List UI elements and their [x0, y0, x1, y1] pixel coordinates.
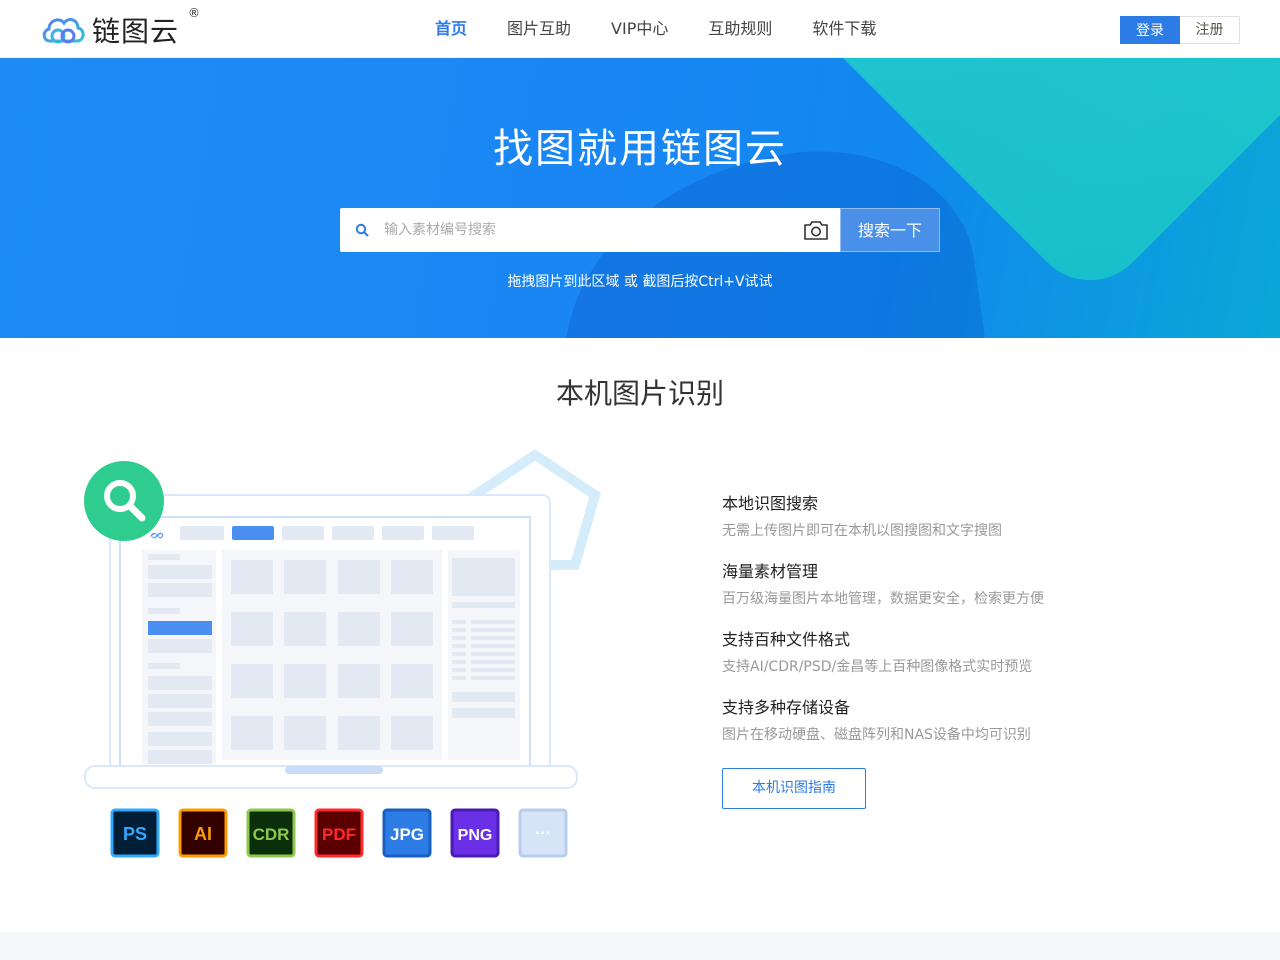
feature-title: 支持百种文件格式	[722, 630, 851, 649]
logo-text: 链图云	[92, 15, 180, 48]
feature-list: 本地识图搜索 无需上传图片即可在本机以图搜图和文字搜图 海量素材管理 百万级海量…	[722, 494, 1162, 766]
feature-title: 海量素材管理	[722, 562, 819, 581]
feature-item: 海量素材管理 百万级海量图片本地管理，数据更安全，检索更方便	[722, 562, 1162, 630]
hero-title: 找图就用链图云	[493, 126, 787, 172]
svg-text:AI: AI	[194, 824, 212, 844]
main-nav: 首页 图片互助 VIP中心 互助规则 软件下载	[415, 0, 896, 58]
more-formats-icon: ···	[518, 808, 568, 858]
feature-desc: 无需上传图片即可在本机以图搜图和文字搜图	[722, 523, 1002, 539]
svg-text:PS: PS	[123, 824, 147, 844]
selected-sidebar-row	[148, 621, 212, 635]
active-tab	[232, 526, 274, 540]
feature-item: 支持多种存储设备 图片在移动硬盘、磁盘阵列和NAS设备中均可识别	[722, 698, 1162, 766]
app-cloud-icon: ᨖ	[150, 527, 165, 543]
logo[interactable]: 链图云 ®	[40, 6, 200, 50]
local-recognition-guide-button[interactable]: 本机识图指南	[722, 768, 866, 809]
pdf-format-icon: PDF	[314, 808, 364, 858]
svg-text:PDF: PDF	[322, 825, 356, 844]
search-button[interactable]: 搜索一下	[840, 208, 940, 252]
nav-vip-center[interactable]: VIP中心	[591, 0, 688, 58]
auth-buttons: 登录 注册	[1120, 16, 1240, 44]
nav-software-download[interactable]: 软件下载	[792, 0, 896, 58]
feature-desc: 支持AI/CDR/PSD/金昌等上百种图像格式实时预览	[722, 659, 1033, 675]
jpg-format-icon: JPG	[382, 808, 432, 858]
search-input[interactable]	[384, 208, 792, 252]
feature-desc: 百万级海量图片本地管理，数据更安全，检索更方便	[722, 591, 1044, 607]
feature-item: 本地识图搜索 无需上传图片即可在本机以图搜图和文字搜图	[722, 494, 1162, 562]
nav-help-rules[interactable]: 互助规则	[688, 0, 792, 58]
png-format-icon: PNG	[450, 808, 500, 858]
svg-text:CDR: CDR	[253, 825, 290, 844]
login-button[interactable]: 登录	[1120, 16, 1180, 44]
camera-icon[interactable]	[792, 208, 840, 252]
nav-image-help[interactable]: 图片互助	[487, 0, 591, 58]
nav-home[interactable]: 首页	[415, 0, 487, 58]
footer-band	[0, 932, 1280, 960]
feature-item: 支持百种文件格式 支持AI/CDR/PSD/金昌等上百种图像格式实时预览	[722, 630, 1162, 698]
section-title: 本机图片识别	[555, 377, 724, 410]
svg-text:PNG: PNG	[458, 827, 493, 844]
register-button[interactable]: 注册	[1180, 16, 1240, 44]
magnifier-search-icon	[84, 461, 164, 541]
local-recognition-illustration: ᨖ PS AI CDR PDF JPG PNG ···	[80, 448, 610, 870]
cdr-format-icon: CDR	[246, 808, 296, 858]
search-bar: 搜索一下	[340, 208, 940, 252]
hero-banner[interactable]: 找图就用链图云 搜索一下 拖拽图片到此区域 或 截图后按Ctrl+V试试	[0, 58, 1280, 338]
top-header: 链图云 ® 首页 图片互助 VIP中心 互助规则 软件下载 登录 注册	[0, 0, 1280, 58]
feature-title: 本地识图搜索	[722, 494, 819, 513]
registered-mark: ®	[188, 6, 200, 20]
search-icon	[340, 208, 384, 252]
ai-format-icon: AI	[178, 808, 228, 858]
cloud-logo-icon	[42, 18, 85, 44]
svg-text:JPG: JPG	[390, 825, 424, 844]
drop-hint: 拖拽图片到此区域 或 截图后按Ctrl+V试试	[507, 274, 773, 290]
feature-desc: 图片在移动硬盘、磁盘阵列和NAS设备中均可识别	[722, 727, 1031, 743]
svg-text:···: ···	[535, 825, 551, 842]
format-icons-row: PS AI CDR PDF JPG PNG ···	[110, 808, 568, 858]
ps-format-icon: PS	[110, 808, 160, 858]
feature-title: 支持多种存储设备	[722, 698, 851, 717]
